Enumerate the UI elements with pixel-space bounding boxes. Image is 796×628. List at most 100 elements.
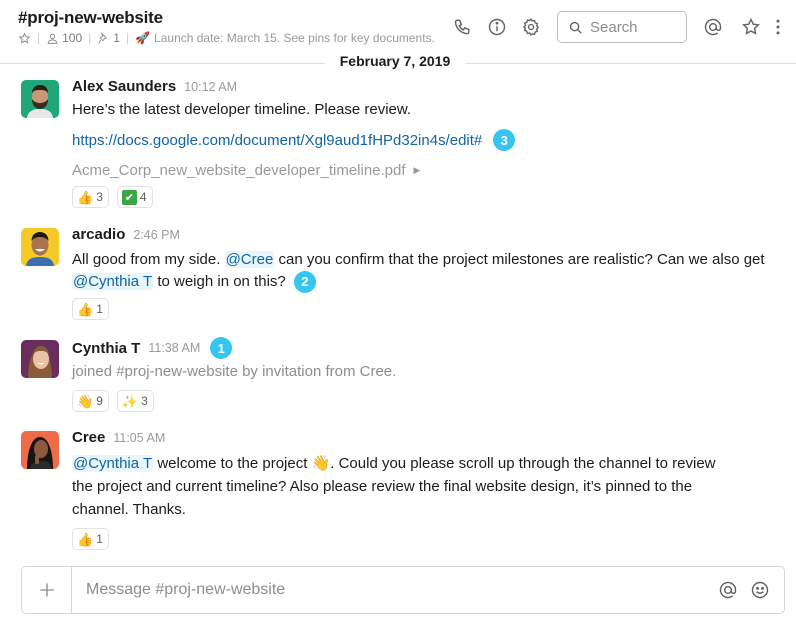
reaction-thumbs-up[interactable]: 👍 1: [72, 528, 109, 550]
channel-title[interactable]: #proj-new-website: [18, 8, 163, 28]
document-link[interactable]: https://docs.google.com/document/Xgl9aud…: [72, 132, 482, 149]
annotation-badge: 1: [210, 337, 233, 359]
message-body: Cree 11:05 AM @Cynthia T welcome to the …: [72, 429, 776, 550]
emoji-button[interactable]: [748, 567, 772, 613]
channel-settings-button[interactable]: [520, 16, 542, 38]
file-attachment[interactable]: Acme_Corp_new_website_developer_timeline…: [72, 160, 776, 180]
text-segment: can you confirm that the project milesto…: [274, 251, 765, 268]
more-vertical-icon: [776, 19, 780, 35]
mention-button[interactable]: [716, 567, 740, 613]
reactions: 👍 3 ✔ 4: [72, 186, 776, 208]
avatar[interactable]: [21, 431, 59, 469]
reactions: 👍 1: [72, 528, 776, 550]
message-input[interactable]: [72, 567, 716, 613]
divider: |: [88, 31, 92, 45]
author-name[interactable]: Cree: [72, 429, 105, 446]
avatar[interactable]: [21, 340, 59, 378]
member-count: 100: [62, 31, 83, 45]
message-body: arcadio 2:46 PM All good from my side. @…: [72, 226, 776, 321]
avatar-image: [21, 80, 59, 118]
at-icon: [719, 581, 737, 599]
wave-icon: 👋: [311, 455, 331, 472]
rocket-icon: 🚀: [135, 31, 151, 45]
more-button[interactable]: [771, 16, 785, 38]
reactions: 👋 9 ✨ 3: [72, 390, 776, 412]
star-icon[interactable]: [18, 32, 31, 45]
reaction-sparkles[interactable]: ✨ 3: [116, 390, 154, 412]
channel-details-button[interactable]: [486, 16, 508, 38]
star-icon: [742, 17, 760, 35]
message-body: Cynthia T 11:38 AM 1 joined #proj-new-we…: [72, 337, 776, 412]
wave-icon: 👋: [77, 393, 94, 409]
avatar-image: [21, 340, 59, 378]
attach-button[interactable]: [22, 567, 72, 613]
text-segment: All good from my side.: [72, 251, 225, 268]
reaction-count: 1: [96, 302, 103, 317]
avatar-image: [21, 228, 59, 266]
annotation-badge: 3: [493, 129, 516, 151]
thumbs-up-icon: 👍: [77, 301, 94, 317]
reaction-count: 3: [141, 394, 148, 408]
avatar[interactable]: [21, 228, 59, 266]
channel-topic[interactable]: Launch date: March 15. See pins for key …: [154, 31, 435, 45]
info-icon: [488, 18, 506, 36]
message-body: Alex Saunders 10:12 AM Here’s the latest…: [72, 78, 776, 208]
at-icon: [704, 18, 722, 36]
divider-line: [0, 63, 325, 64]
date-divider: February 7, 2019: [0, 52, 796, 72]
text-segment: to weigh in on this?: [153, 273, 290, 290]
reaction-thumbs-up[interactable]: 👍 1: [72, 298, 109, 321]
join-message: joined #proj-new-website by invitation f…: [72, 363, 397, 380]
timestamp[interactable]: 11:05 AM: [113, 431, 165, 445]
search-box[interactable]: [557, 11, 687, 43]
thumbs-up-icon: 👍: [77, 531, 94, 547]
reaction-count: 3: [96, 190, 103, 204]
author-name[interactable]: Cynthia T: [72, 340, 140, 357]
starred-items-button[interactable]: [740, 16, 762, 38]
mention-cree[interactable]: @Cree: [224, 251, 275, 268]
message-text: All good from my side. @Cree can you con…: [72, 249, 776, 294]
search-input[interactable]: [590, 18, 685, 36]
plus-icon: [39, 583, 54, 597]
sparkles-icon: ✨: [121, 393, 139, 409]
message-text: Here’s the latest developer timeline. Pl…: [72, 101, 412, 118]
thumbs-up-icon: 👍: [77, 189, 94, 205]
annotation-badge: 2: [293, 271, 316, 294]
reaction-count: 9: [96, 394, 103, 408]
text-segment: welcome to the project: [153, 455, 312, 472]
reaction-thumbs-up[interactable]: 👍 3: [72, 186, 109, 208]
mention-cynthia[interactable]: @Cynthia T: [72, 455, 154, 472]
smiley-icon: [751, 581, 769, 599]
author-name[interactable]: arcadio: [72, 226, 125, 243]
pin-icon: [98, 31, 108, 44]
caret-right-icon[interactable]: ▶: [414, 165, 421, 176]
member-count-button[interactable]: 100: [46, 31, 82, 45]
reaction-check-mark[interactable]: ✔ 4: [116, 186, 153, 208]
call-button[interactable]: [452, 16, 474, 38]
file-name: Acme_Corp_new_website_developer_timeline…: [72, 161, 406, 179]
author-name[interactable]: Alex Saunders: [72, 78, 176, 95]
avatar-image: [21, 431, 59, 469]
mentions-button[interactable]: [702, 16, 724, 38]
channel-meta: | 100 | 1 | 🚀 Launch date: March 15. See…: [18, 31, 435, 45]
channel-header: #proj-new-website | 100 | 1 | 🚀 Launch d…: [0, 0, 796, 52]
divider: |: [37, 31, 41, 45]
pinned-count-button[interactable]: 1: [97, 31, 120, 45]
timestamp[interactable]: 10:12 AM: [184, 80, 237, 94]
search-icon: [569, 21, 582, 34]
reaction-wave[interactable]: 👋 9: [72, 390, 109, 412]
message-composer: [21, 566, 785, 614]
phone-icon: [454, 19, 470, 35]
avatar[interactable]: [21, 80, 59, 118]
pinned-count: 1: [113, 31, 120, 45]
message-text: @Cynthia T welcome to the project 👋. Cou…: [72, 452, 776, 521]
timestamp[interactable]: 11:38 AM: [148, 341, 200, 355]
gear-icon: [522, 18, 540, 36]
reaction-count: 1: [96, 532, 103, 546]
mention-cynthia[interactable]: @Cynthia T: [72, 273, 154, 290]
date-label[interactable]: February 7, 2019: [325, 53, 465, 69]
reaction-count: 4: [139, 190, 147, 204]
timestamp[interactable]: 2:46 PM: [133, 228, 180, 242]
divider-line: [465, 63, 796, 64]
reactions: 👍 1: [72, 298, 776, 321]
